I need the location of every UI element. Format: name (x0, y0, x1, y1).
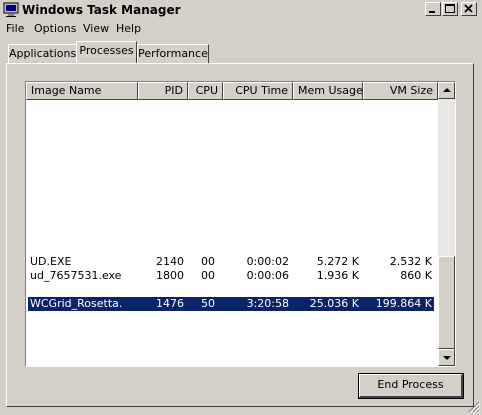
tab-processes[interactable]: Processes (76, 41, 137, 63)
vm-size-cell: 860 K (400, 269, 432, 282)
task-manager-window: Windows Task Manager File Options View H… (0, 0, 482, 415)
cpu-cell: 00 (201, 269, 215, 282)
menu-file[interactable]: File (6, 22, 24, 36)
end-process-button[interactable]: End Process (358, 373, 464, 399)
process-list[interactable]: Image Name PID CPU CPU Time Mem Usage VM… (25, 81, 456, 367)
image-name-cell: ud_7657531.exe (30, 269, 122, 282)
minimize-icon (429, 11, 435, 13)
minimize-button[interactable] (425, 2, 441, 16)
table-row[interactable]: ud_7657531.exe 1800 00 0:00:06 1.936 K 8… (28, 269, 434, 283)
column-vm-size[interactable]: VM Size (363, 82, 438, 100)
mem-usage-cell: 25.036 K (309, 297, 359, 310)
table-row-selected[interactable]: WCGrid_Rosetta. 1476 50 3:20:58 25.036 K… (28, 297, 434, 311)
menu-view[interactable]: View (83, 22, 109, 36)
table-row[interactable]: UD.EXE 2140 00 0:00:02 5.272 K 2.532 K (28, 255, 434, 269)
cpu-cell: 00 (201, 255, 215, 268)
process-rows: UD.EXE 2140 00 0:00:02 5.272 K 2.532 K u… (26, 100, 438, 366)
image-name-cell: WCGrid_Rosetta. (30, 297, 123, 310)
title-bar[interactable]: Windows Task Manager (0, 0, 482, 20)
menu-help[interactable]: Help (116, 22, 141, 36)
column-pid[interactable]: PID (138, 82, 188, 100)
task-manager-app-icon (3, 2, 19, 17)
window-title: Windows Task Manager (22, 3, 181, 17)
cpu-time-cell: 3:20:58 (246, 297, 289, 310)
cpu-cell: 50 (201, 297, 215, 310)
mem-usage-cell: 1.936 K (316, 269, 359, 282)
maximize-button[interactable] (442, 2, 458, 16)
column-mem-usage[interactable]: Mem Usage (293, 82, 363, 100)
scroll-down-button[interactable] (438, 349, 455, 366)
arrow-up-icon (443, 88, 451, 92)
vm-size-cell: 199.864 K (375, 297, 432, 310)
scroll-thumb[interactable] (438, 256, 455, 349)
pid-cell: 2140 (156, 255, 184, 268)
column-cpu[interactable]: CPU (188, 82, 223, 100)
menu-options[interactable]: Options (34, 22, 76, 36)
vm-size-cell: 2.532 K (389, 255, 432, 268)
tab-applications[interactable]: Applications (8, 44, 77, 64)
column-image-name[interactable]: Image Name (26, 82, 138, 100)
column-cpu-time[interactable]: CPU Time (223, 82, 293, 100)
mem-usage-cell: 5.272 K (316, 255, 359, 268)
vertical-scrollbar[interactable] (438, 82, 455, 366)
pid-cell: 1800 (156, 269, 184, 282)
arrow-down-icon (443, 356, 451, 360)
close-icon (464, 4, 473, 13)
process-list-header: Image Name PID CPU CPU Time Mem Usage VM… (26, 82, 438, 100)
menu-bar: File Options View Help (0, 20, 482, 38)
image-name-cell: UD.EXE (30, 255, 72, 268)
cpu-time-cell: 0:00:06 (246, 269, 289, 282)
scroll-up-button[interactable] (438, 82, 455, 99)
tab-performance[interactable]: Performance (137, 44, 209, 64)
maximize-icon (445, 4, 455, 13)
pid-cell: 1476 (156, 297, 184, 310)
close-button[interactable] (461, 2, 477, 16)
cpu-time-cell: 0:00:02 (246, 255, 289, 268)
